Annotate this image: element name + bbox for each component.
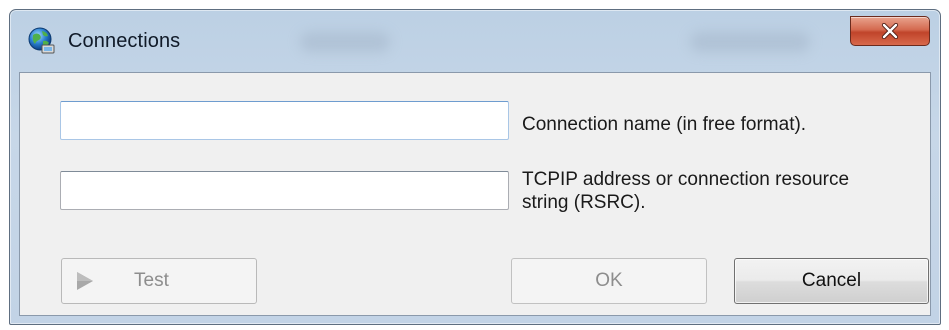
title-bar[interactable]: Connections <box>10 10 940 72</box>
ok-button[interactable]: OK <box>511 258 707 304</box>
window-title: Connections <box>68 30 181 52</box>
test-button-label: Test <box>134 270 169 291</box>
address-input[interactable] <box>60 171 509 210</box>
close-icon <box>881 23 899 39</box>
titlebar-background-blur <box>300 32 390 52</box>
connection-name-input[interactable] <box>60 101 509 140</box>
address-label: TCPIP address or connection resource str… <box>522 169 850 213</box>
globe-network-icon <box>28 27 55 54</box>
titlebar-background-blur <box>690 32 810 52</box>
test-button[interactable]: Test <box>61 258 257 304</box>
connections-dialog: Connections Connection name (in free for… <box>9 9 941 325</box>
dialog-body: Connection name (in free format). TCPIP … <box>19 72 931 316</box>
cancel-button[interactable]: Cancel <box>734 258 929 304</box>
play-icon <box>77 272 93 290</box>
ok-button-label: OK <box>595 270 623 291</box>
cancel-button-label: Cancel <box>801 270 862 291</box>
connection-name-label: Connection name (in free format). <box>522 114 807 135</box>
close-button[interactable] <box>850 16 930 46</box>
